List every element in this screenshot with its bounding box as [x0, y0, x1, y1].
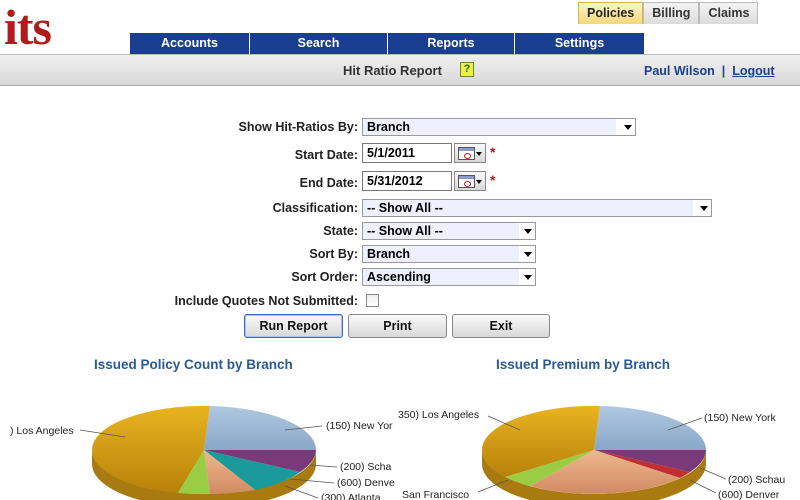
required-marker: * [490, 172, 496, 188]
show-by-select[interactable]: Branch [362, 118, 636, 136]
end-date-label: End Date: [299, 176, 358, 190]
right-label-new-york: (150) New York [704, 412, 777, 424]
top-tabs: Policies Billing Claims [578, 2, 759, 24]
state-label: State: [323, 224, 358, 238]
calendar-icon [458, 175, 475, 188]
right-label-san-francisco: San Francisco [402, 489, 469, 500]
nav-search[interactable]: Search [250, 33, 388, 54]
chevron-down-icon [524, 229, 532, 234]
print-button[interactable]: Print [348, 314, 447, 338]
chevron-down-icon [524, 252, 532, 257]
left-chart-title: Issued Policy Count by Branch [94, 357, 293, 372]
right-label-los-angeles: 350) Los Angeles [398, 409, 479, 421]
include-quotes-label: Include Quotes Not Submitted: [174, 294, 358, 308]
chevron-down-icon [624, 125, 632, 130]
start-date-label: Start Date: [294, 148, 358, 162]
right-chart-title: Issued Premium by Branch [496, 357, 671, 372]
pie-charts: ) Los Angeles (150) New Yor (200) Scha (… [10, 405, 785, 500]
nav-accounts[interactable]: Accounts [130, 33, 250, 54]
end-date-calendar-button[interactable] [454, 171, 486, 191]
user-name: Paul Wilson [644, 64, 715, 78]
nav-reports[interactable]: Reports [388, 33, 515, 54]
left-pie: ) Los Angeles (150) New Yor (200) Scha (… [10, 405, 395, 500]
start-date-input[interactable]: 5/1/2011 [362, 143, 452, 163]
left-label-denver: (600) Denve [337, 477, 395, 489]
user-area: Paul Wilson | Logout [644, 64, 775, 78]
main-nav: Accounts Search Reports Settings [130, 33, 645, 54]
show-by-label: Show Hit-Ratios By: [238, 120, 358, 134]
separator: | [721, 64, 726, 78]
classification-select[interactable]: -- Show All -- [362, 199, 712, 217]
left-label-schaumburg: (200) Scha [340, 461, 392, 473]
header-bar: Hit Ratio Report ? Paul Wilson | Logout [0, 54, 800, 86]
right-label-schaumburg: (200) Schau [728, 474, 785, 486]
calendar-icon [458, 147, 475, 160]
logout-link[interactable]: Logout [732, 64, 774, 78]
tab-claims[interactable]: Claims [699, 2, 759, 24]
tab-billing[interactable]: Billing [643, 2, 700, 24]
sort-by-label: Sort By: [309, 247, 358, 261]
tab-policies[interactable]: Policies [578, 2, 644, 24]
right-pie: 350) Los Angeles (150) New York (200) Sc… [398, 405, 785, 500]
start-date-calendar-button[interactable] [454, 143, 486, 163]
help-icon[interactable]: ? [460, 62, 474, 77]
chevron-down-icon [524, 275, 532, 280]
nav-settings[interactable]: Settings [515, 33, 645, 54]
sort-order-select[interactable]: Ascending [362, 268, 536, 286]
end-date-input[interactable]: 5/31/2012 [362, 171, 452, 191]
chevron-down-icon [700, 206, 708, 211]
classification-label: Classification: [272, 201, 358, 215]
left-label-new-york: (150) New Yor [326, 420, 393, 432]
exit-button[interactable]: Exit [452, 314, 550, 338]
required-marker: * [490, 144, 496, 160]
sort-by-select[interactable]: Branch [362, 245, 536, 263]
sort-order-label: Sort Order: [291, 270, 358, 284]
right-slice-new-york [594, 406, 707, 450]
include-quotes-checkbox[interactable] [366, 294, 379, 307]
state-select[interactable]: -- Show All -- [362, 222, 536, 240]
run-report-button[interactable]: Run Report [244, 314, 343, 338]
right-label-denver: (600) Denver [718, 489, 780, 500]
page-title: Hit Ratio Report [343, 63, 442, 78]
left-slice-new-york [204, 406, 317, 450]
left-label-los-angeles: ) Los Angeles [10, 425, 74, 437]
its-logo: its [4, 0, 52, 55]
left-label-atlanta: (300) Atlanta [321, 492, 381, 500]
